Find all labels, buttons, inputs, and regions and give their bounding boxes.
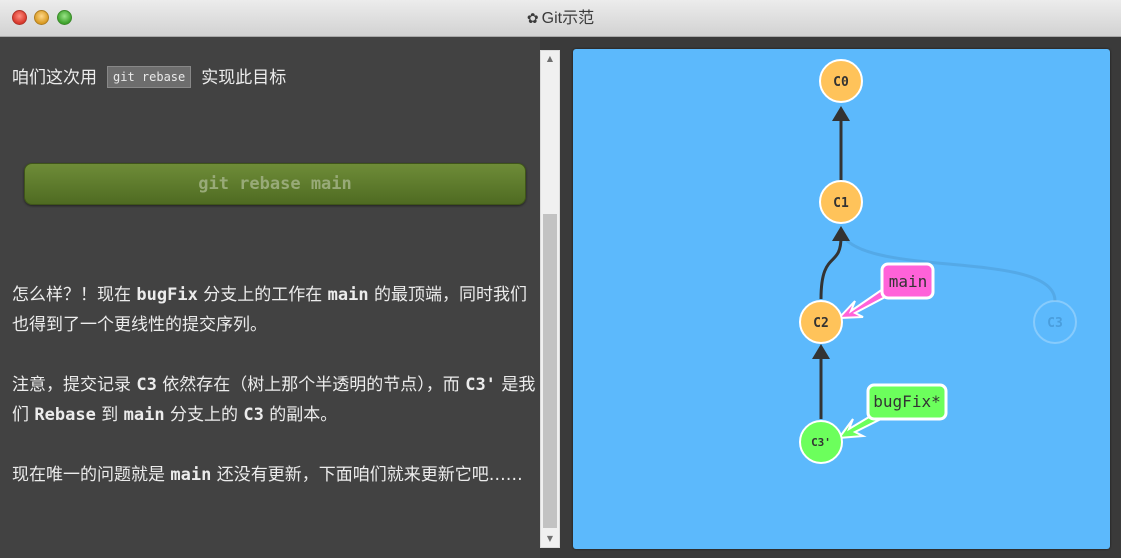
- p2-code-d: C3': [465, 375, 496, 395]
- commit-c1[interactable]: C1: [819, 180, 863, 224]
- gear-icon: ✿: [526, 10, 539, 26]
- p3-code-b: main: [170, 465, 212, 485]
- commit-c0[interactable]: C0: [819, 59, 863, 103]
- window-title: ✿ Git示范: [0, 0, 1121, 37]
- scroll-down-arrow-icon[interactable]: ▼: [541, 531, 559, 547]
- commit-c3-prime-label: C3': [811, 436, 831, 449]
- edge-c3-c1: [839, 232, 1057, 302]
- p2-text-a: 注意，提交记录: [12, 375, 137, 395]
- p1-text-a: 怎么样？！现在: [12, 285, 137, 305]
- commit-c1-label: C1: [833, 196, 849, 211]
- inline-code-chip: git rebase: [107, 66, 192, 88]
- paragraph-1: 怎么样？！现在 bugFix 分支上的工作在 main 的最顶端，同时我们也得到…: [12, 280, 537, 340]
- p1-code-b: bugFix: [136, 285, 198, 305]
- p1-code-d: main: [327, 285, 369, 305]
- scroll-up-arrow-icon[interactable]: ▲: [541, 51, 559, 67]
- paragraph-2: 注意，提交记录 C3 依然存在（树上那个半透明的节点），而 C3' 是我们 Re…: [12, 370, 537, 430]
- p2-text-c: 依然存在（树上那个半透明的节点），而: [156, 375, 466, 395]
- window-titlebar: ✿ Git示范: [0, 0, 1121, 37]
- p2-code-b: C3: [136, 375, 157, 395]
- p2-text-k: 的副本。: [263, 405, 338, 425]
- p1-text-c: 分支上的工作在: [197, 285, 328, 305]
- commit-c3-label: C3: [1047, 316, 1063, 331]
- arrowhead-c0: [832, 106, 850, 121]
- scrollbar-thumb[interactable]: [543, 214, 557, 528]
- p2-code-h: main: [123, 405, 165, 425]
- intro-line: 咱们这次用 git rebase 实现此目标: [12, 63, 286, 88]
- arrowhead-c1: [832, 226, 850, 241]
- intro-text-before: 咱们这次用: [12, 68, 97, 88]
- intro-text-after: 实现此目标: [201, 68, 287, 88]
- instruction-scrollbar[interactable]: ▲ ▼: [540, 50, 560, 548]
- arrowhead-c2: [812, 344, 830, 359]
- branch-label-main[interactable]: main: [880, 262, 935, 300]
- paragraph-3: 现在唯一的问题就是 main 还没有更新，下面咱们就来更新它吧……: [12, 460, 537, 490]
- p3-text-c: 还没有更新，下面咱们就来更新它吧……: [211, 465, 523, 485]
- p2-text-i: 分支上的: [164, 405, 244, 425]
- branch-label-bugfix[interactable]: bugFix*: [866, 383, 948, 421]
- commit-c0-label: C0: [833, 75, 849, 90]
- p2-code-f: Rebase: [34, 405, 96, 425]
- p2-text-g: 到: [95, 405, 124, 425]
- p2-code-j: C3: [243, 405, 264, 425]
- p3-text-a: 现在唯一的问题就是: [12, 465, 171, 485]
- git-graph-canvas: C0 C1 C2 C3 C3' main bugFix*: [573, 49, 1110, 549]
- commit-c2[interactable]: C2: [799, 300, 843, 344]
- commit-c3-prime[interactable]: C3': [799, 420, 843, 464]
- commit-c2-label: C2: [813, 316, 829, 331]
- run-command-button[interactable]: git rebase main: [24, 163, 526, 205]
- commit-c3-ghost[interactable]: C3: [1033, 300, 1077, 344]
- branch-label-bugfix-text: bugFix*: [873, 392, 940, 411]
- git-graph-svg: C0 C1 C2 C3 C3' main bugFix*: [799, 59, 1077, 464]
- edge-c2-c1: [819, 236, 843, 300]
- branch-label-main-text: main: [889, 272, 928, 291]
- window-title-text: Git示范: [541, 10, 595, 27]
- instruction-pane: 咱们这次用 git rebase 实现此目标 git rebase main 怎么样…: [0, 37, 540, 558]
